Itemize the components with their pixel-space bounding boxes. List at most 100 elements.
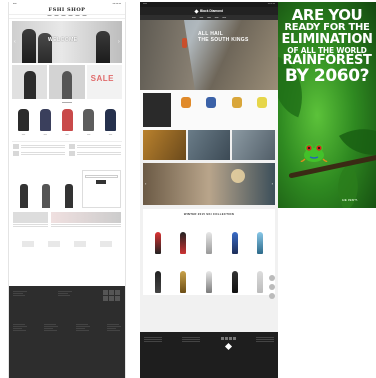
blog-post[interactable] [51, 212, 121, 238]
tree-frog-icon [300, 144, 328, 162]
product-card[interactable] [42, 184, 51, 209]
blog-section [13, 212, 121, 238]
ski-card[interactable] [179, 232, 187, 255]
product-card[interactable] [255, 97, 269, 109]
category-tile[interactable] [143, 130, 186, 160]
footer-column [13, 290, 27, 303]
product-image [18, 109, 29, 132]
topbar-left: ■■■ [13, 3, 17, 6]
ski-card[interactable] [256, 271, 264, 294]
chevron-left-icon[interactable]: ‹ [14, 39, 18, 45]
nav-item[interactable]: ▬▬ [215, 17, 219, 19]
product-card[interactable]: ▬▬ [80, 106, 97, 136]
nav-item[interactable]: ▬▬ [192, 17, 196, 19]
sale-promo-tile[interactable]: SALE [86, 65, 122, 99]
product-card[interactable] [20, 184, 29, 209]
brand-logo[interactable] [100, 241, 112, 248]
product-card[interactable] [179, 97, 193, 109]
product-card[interactable]: ▬▬ [102, 106, 119, 136]
hero-model [22, 29, 36, 63]
nav-item[interactable]: ▬▬ [69, 15, 73, 17]
ski-row [145, 258, 273, 294]
product-card[interactable]: ▬▬ [59, 106, 76, 136]
promo-tile[interactable] [12, 65, 48, 99]
nav-item[interactable]: ▬▬ [55, 15, 59, 17]
social-icon[interactable] [224, 337, 228, 340]
thumbnail[interactable] [69, 144, 75, 150]
ski-card[interactable] [154, 232, 162, 255]
mini-products [13, 170, 80, 209]
product-card[interactable] [64, 184, 73, 209]
product-caption: ▬▬ [87, 135, 91, 137]
fashion-hero-banner[interactable]: WELCOME ‹ › [12, 21, 122, 63]
ski-card[interactable] [154, 271, 162, 294]
ski-card[interactable] [256, 232, 264, 255]
chevron-right-icon[interactable]: › [118, 39, 122, 45]
outdoor-hero-banner[interactable]: ALL HAIL THE SOUTH KINGS [140, 20, 278, 90]
promo-tile[interactable] [49, 65, 85, 99]
hero-title: ALL HAIL THE SOUTH KINGS [198, 31, 249, 43]
sale-label: SALE [90, 74, 114, 83]
footer-column [106, 323, 121, 332]
ski-card[interactable] [231, 271, 239, 294]
newsletter-section [13, 170, 121, 209]
subscribe-button[interactable] [96, 180, 107, 185]
newsletter-box [81, 170, 121, 209]
accessory-icon[interactable] [269, 284, 275, 290]
gear-promo-box[interactable] [143, 93, 171, 127]
hero-model [96, 31, 110, 63]
fashion-footer [9, 286, 125, 378]
product-caption: ▬▬ [43, 135, 47, 137]
nav-item[interactable]: ▬▬ [62, 15, 66, 17]
fashion-shop-page: ■■■ ■■ ■■ ■■ FSHI SHOP ▬▬ ▬▬ ▬▬ ▬▬ ▬▬ ▬▬… [8, 2, 126, 378]
nav-item[interactable]: ▬▬ [200, 17, 204, 19]
diamond-logo-icon [194, 8, 199, 14]
chevron-right-icon[interactable]: › [272, 181, 273, 186]
nav-item[interactable]: ▬▬ [207, 17, 211, 19]
ski-image [205, 271, 212, 293]
social-icon[interactable] [228, 337, 232, 340]
ski-card[interactable] [179, 271, 187, 294]
brand-logo[interactable] [22, 241, 34, 248]
footer-column [75, 323, 90, 332]
nav-item[interactable]: ▬▬ [76, 15, 80, 17]
nav-item[interactable]: ▬▬ [222, 17, 226, 19]
poster-line: ARE YOU [291, 6, 363, 24]
product-card[interactable]: ▬▬ [15, 106, 32, 136]
nav-item[interactable]: ▬▬ [48, 15, 52, 17]
ski-row [145, 219, 273, 255]
ski-card[interactable] [205, 232, 213, 255]
ski-card[interactable] [231, 232, 239, 255]
thumbnail[interactable] [69, 151, 75, 157]
newsletter-email-field[interactable] [84, 175, 118, 179]
category-tile[interactable] [232, 130, 276, 160]
thumbnail[interactable] [13, 144, 19, 150]
product-caption: ▬▬ [65, 135, 69, 137]
social-icon[interactable] [232, 337, 236, 340]
blog-post[interactable] [13, 212, 48, 238]
product-card[interactable] [230, 97, 244, 109]
fashion-logo[interactable]: FSHI SHOP [9, 7, 125, 14]
story-banner[interactable]: ‹ › [143, 163, 275, 205]
category-tile[interactable] [187, 130, 231, 160]
accessory-icon[interactable] [269, 293, 275, 299]
social-icon[interactable] [220, 337, 224, 340]
rainforest-poster: ARE YOU READY FOR THE ELIMINATION OF ALL… [278, 2, 376, 208]
shoe-icon [257, 97, 268, 108]
outdoor-shop-page: ▬▬ ▬ ▬ ▬ Black Diamond ▬▬ ▬▬ ▬▬ ▬▬ ▬▬ ALL… [140, 2, 278, 378]
divider [12, 141, 122, 143]
chevron-left-icon[interactable]: ‹ [145, 181, 146, 186]
brand-logo[interactable] [74, 241, 86, 248]
brand-logo[interactable] [48, 241, 60, 248]
outdoor-header: Black Diamond [140, 7, 278, 15]
ski-card[interactable] [205, 271, 213, 294]
nav-item[interactable]: ▬▬ [83, 15, 87, 17]
thumbnail[interactable] [13, 151, 19, 157]
ski-collection: WINTER 2015 SKI COLLECTION [143, 209, 275, 295]
product-card[interactable]: ▬▬ [37, 106, 54, 136]
blog-image [13, 212, 48, 224]
accessory-icon[interactable] [269, 275, 275, 281]
topbar-right: ■■ ■■ ■■ [112, 3, 121, 6]
brand-name[interactable]: Black Diamond [200, 9, 223, 13]
product-card[interactable] [204, 97, 218, 109]
